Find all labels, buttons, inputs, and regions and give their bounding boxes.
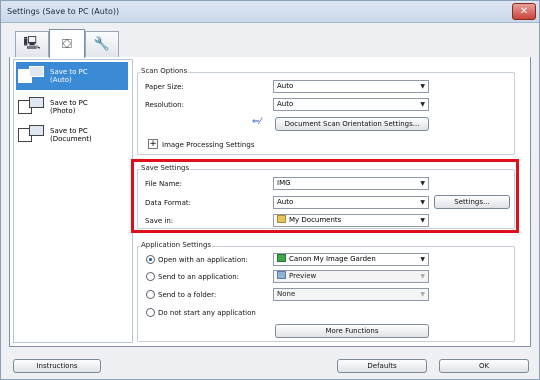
paper-size-select[interactable]: Auto ▼ — [273, 80, 429, 93]
resolution-value: Auto — [277, 100, 294, 108]
paper-size-label: Paper Size: — [145, 83, 184, 91]
chevron-down-icon: ▼ — [420, 256, 425, 263]
tab-general-settings[interactable]: 🔧 — [85, 31, 119, 57]
chevron-down-icon: ▼ — [420, 291, 425, 298]
more-functions-button[interactable]: More Functions — [275, 324, 429, 338]
open-with-application-select[interactable]: Canon My Image Garden ▼ — [273, 253, 429, 266]
image-processing-settings-label: Image Processing Settings — [162, 141, 255, 149]
resolution-select[interactable]: Auto ▼ — [273, 98, 429, 111]
chevron-down-icon: ▼ — [420, 101, 425, 108]
expand-icon[interactable]: + — [148, 139, 158, 149]
send-to-folder-value: None — [277, 290, 296, 298]
sidebar-item-label: Save to PC (Document) — [50, 127, 92, 143]
do-not-start-application-radio[interactable] — [146, 308, 155, 317]
sidebar-item-save-to-pc-auto[interactable]: Save to PC (Auto) — [16, 62, 128, 90]
send-to-folder-radio[interactable] — [146, 290, 155, 299]
application-settings-title: Application Settings — [140, 241, 213, 249]
scanner-to-pc-icon — [18, 65, 46, 87]
ok-button[interactable]: OK — [439, 359, 529, 373]
title-bar: Settings (Save to PC (Auto)) ✕ — [1, 1, 539, 23]
window-title: Settings (Save to PC (Auto)) — [7, 7, 120, 16]
send-to-application-value: Preview — [289, 272, 317, 280]
sidebar-item-label: Save to PC (Photo) — [50, 99, 88, 115]
my-image-garden-icon — [277, 254, 286, 262]
tab-scan-from-computer[interactable]: 🖳 — [15, 31, 49, 57]
send-to-application-select[interactable]: Preview ▼ — [273, 270, 429, 283]
scan-options-title: Scan Options — [140, 67, 189, 75]
open-with-application-value: Canon My Image Garden — [289, 255, 376, 263]
scan-from-computer-icon: 🖳 — [23, 35, 41, 51]
send-to-application-radio[interactable] — [146, 272, 155, 281]
tab-scan-from-operation-panel[interactable]: ⛋ — [49, 29, 85, 58]
general-settings-icon: 🔧 — [93, 37, 111, 52]
save-settings-highlight — [131, 159, 519, 233]
orientation-icon: ⇐⁄ — [252, 117, 262, 127]
instructions-button[interactable]: Instructions — [13, 359, 101, 373]
close-button[interactable]: ✕ — [512, 3, 536, 20]
open-with-application-radio[interactable] — [146, 255, 155, 264]
send-to-application-label: Send to an application: — [158, 273, 240, 281]
send-to-folder-label: Send to a folder: — [158, 291, 217, 299]
sidebar-item-save-to-pc-document[interactable]: Save to PC (Document) — [16, 121, 128, 149]
open-with-application-label: Open with an application: — [158, 256, 248, 264]
do-not-start-application-label: Do not start any application — [158, 309, 256, 317]
sidebar-item-save-to-pc-photo[interactable]: Save to PC (Photo) — [16, 93, 128, 121]
chevron-down-icon: ▼ — [420, 83, 425, 90]
scanner-to-pc-icon — [18, 124, 46, 146]
settings-dialog: Settings (Save to PC (Auto)) ✕ 🖳 ⛋ 🔧 Sav… — [0, 0, 540, 380]
preview-icon — [277, 271, 286, 279]
chevron-down-icon: ▼ — [420, 273, 425, 280]
resolution-label: Resolution: — [145, 101, 184, 109]
scanner-to-pc-icon — [18, 96, 46, 118]
document-scan-orientation-settings-button[interactable]: Document Scan Orientation Settings... — [275, 117, 429, 131]
defaults-button[interactable]: Defaults — [337, 359, 427, 373]
paper-size-value: Auto — [277, 82, 294, 90]
sidebar-item-label: Save to PC (Auto) — [50, 68, 88, 84]
send-to-folder-select[interactable]: None ▼ — [273, 288, 429, 301]
scan-from-operation-panel-icon: ⛋ — [62, 36, 72, 52]
